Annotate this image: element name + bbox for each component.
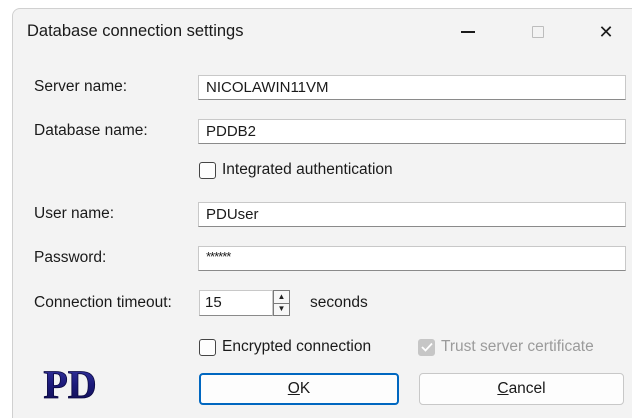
database-name-input[interactable]: PDDB2: [198, 119, 626, 144]
maximize-icon: [532, 26, 544, 38]
database-name-label: Database name:: [34, 122, 148, 139]
ok-button[interactable]: OK: [199, 373, 399, 405]
close-icon: ✕: [598, 21, 614, 43]
checkmark-icon: [420, 342, 433, 352]
checkbox-box: [418, 338, 435, 356]
timeout-input[interactable]: 15: [199, 290, 273, 316]
timeout-spinner[interactable]: ▲ ▼: [273, 290, 290, 316]
window-title: Database connection settings: [27, 22, 244, 40]
timeout-unit-label: seconds: [310, 294, 368, 311]
trust-certificate-label: Trust server certificate: [441, 338, 594, 355]
title-bar[interactable]: Database connection settings ✕: [13, 9, 632, 55]
ok-mnemonic: O: [287, 380, 300, 397]
pd-logo: PD: [43, 363, 97, 405]
encrypted-connection-checkbox[interactable]: Encrypted connection: [199, 338, 371, 356]
password-label: Password:: [34, 249, 107, 266]
server-name-label: Server name:: [34, 78, 128, 95]
server-name-input[interactable]: NICOLAWIN11VM: [198, 75, 626, 100]
integrated-auth-label: Integrated authentication: [222, 161, 393, 178]
cancel-mnemonic: C: [497, 380, 509, 397]
close-button[interactable]: ✕: [583, 9, 629, 55]
checkbox-box[interactable]: [199, 161, 216, 179]
logo-text: PD: [43, 363, 96, 405]
ok-label-rest: K: [299, 380, 311, 397]
user-name-label: User name:: [34, 205, 115, 222]
trust-certificate-checkbox: Trust server certificate: [418, 338, 594, 356]
password-input[interactable]: ******: [198, 246, 626, 271]
cancel-button[interactable]: Cancel: [419, 373, 624, 405]
maximize-button: [515, 9, 561, 55]
spin-up-icon[interactable]: ▲: [274, 291, 289, 303]
spin-down-icon[interactable]: ▼: [274, 302, 289, 316]
minimize-button[interactable]: [445, 9, 491, 55]
integrated-auth-checkbox[interactable]: Integrated authentication: [199, 161, 393, 179]
checkbox-box[interactable]: [199, 338, 216, 356]
cancel-label-rest: ancel: [508, 380, 546, 397]
dialog-window: Database connection settings ✕ Server na…: [12, 8, 632, 418]
encrypted-connection-label: Encrypted connection: [222, 338, 372, 355]
connection-timeout-label: Connection timeout:: [34, 294, 172, 311]
user-name-input[interactable]: PDUser: [198, 202, 626, 227]
minimize-icon: [461, 31, 475, 33]
